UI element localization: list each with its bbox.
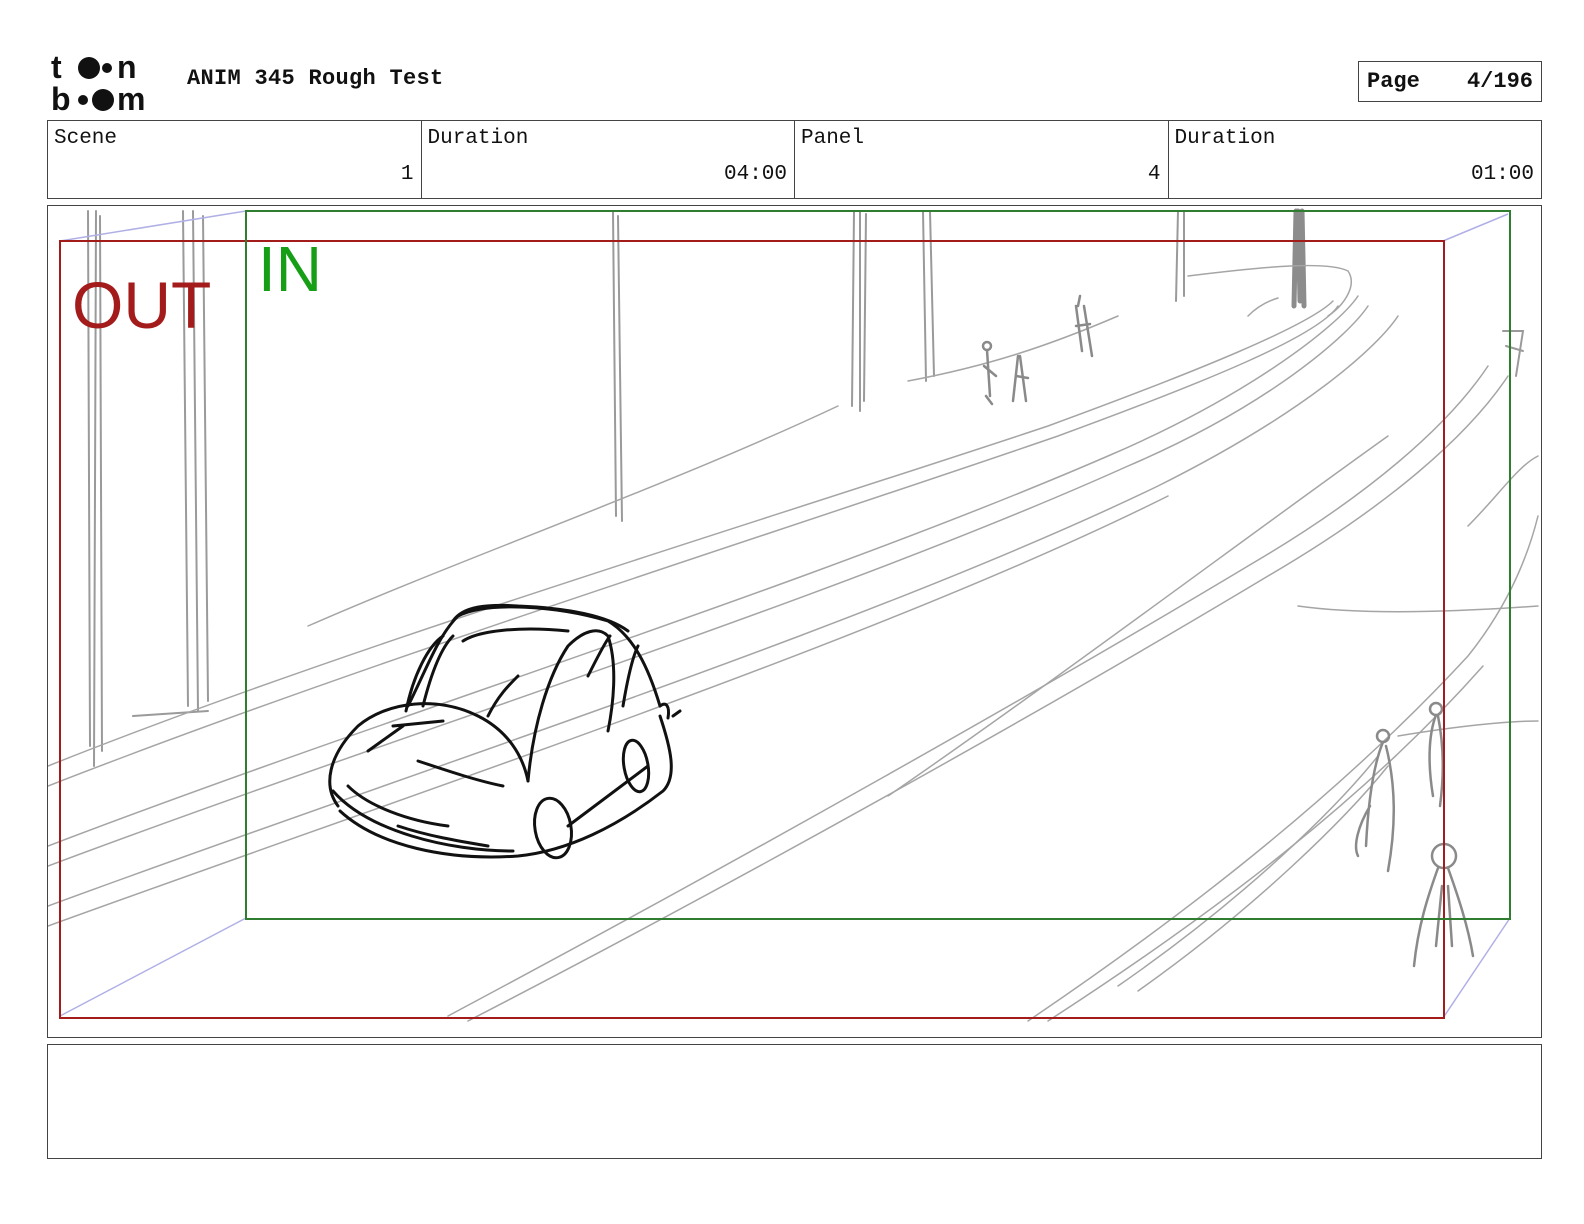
- scene-duration-cell: Duration 04:00: [422, 121, 795, 198]
- panel-duration-label: Duration: [1174, 127, 1276, 150]
- panel-duration-cell: Duration 01:00: [1169, 121, 1542, 198]
- scene-cell: Scene 1: [48, 121, 422, 198]
- svg-text:m: m: [117, 81, 145, 114]
- panel-info-row: Scene 1 Duration 04:00 Panel 4 Duration …: [47, 120, 1542, 199]
- scene-duration-value: 04:00: [723, 163, 787, 186]
- panel-label: Panel: [801, 127, 865, 150]
- scene-label: Scene: [54, 127, 118, 150]
- document-title: ANIM 345 Rough Test: [187, 66, 444, 91]
- svg-text:n: n: [117, 50, 137, 85]
- scene-value: 1: [400, 163, 414, 186]
- page-label: Page: [1367, 69, 1420, 94]
- toon-boom-logo: t n b m: [51, 49, 169, 117]
- sketch-canvas: OUT IN: [48, 208, 1539, 1022]
- out-label: OUT: [72, 268, 211, 342]
- camera-guide-lines: [59, 210, 1511, 1019]
- svg-text:t: t: [51, 50, 62, 85]
- out-frame: [59, 240, 1445, 1019]
- panel-value: 4: [1147, 163, 1161, 186]
- road-sketch: [48, 264, 1539, 1022]
- storyboard-panel: OUT IN: [47, 205, 1542, 1038]
- svg-text:b: b: [51, 81, 71, 114]
- panel-cell: Panel 4: [795, 121, 1169, 198]
- page-value: 4/196: [1466, 69, 1533, 94]
- panel-duration-value: 01:00: [1470, 163, 1534, 186]
- scene-duration-label: Duration: [427, 127, 529, 150]
- in-frame: [245, 210, 1511, 920]
- page-counter: Page 4/196: [1358, 61, 1542, 102]
- panel-notes-box[interactable]: [47, 1044, 1542, 1159]
- in-label: IN: [258, 233, 322, 305]
